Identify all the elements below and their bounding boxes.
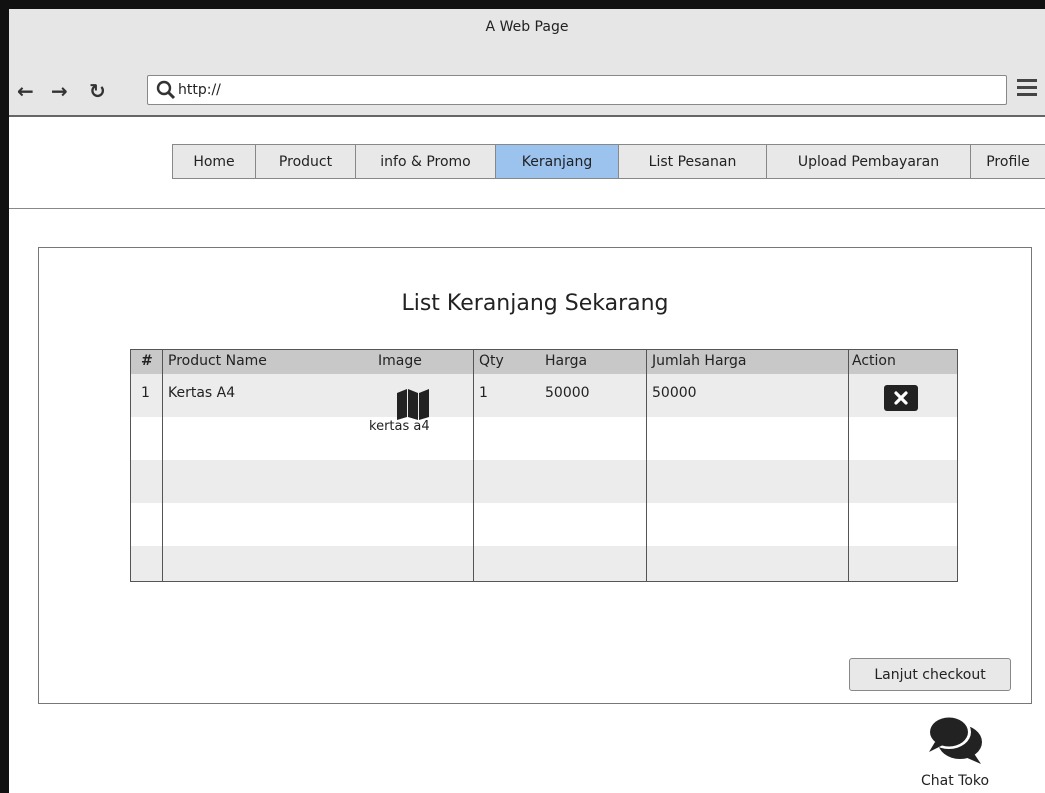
table-row-empty: [131, 546, 957, 581]
header-divider: [9, 208, 1045, 209]
reload-icon[interactable]: ↻: [89, 81, 106, 101]
close-icon: [894, 391, 908, 405]
table-row-empty: [131, 503, 957, 546]
tab-info-promo[interactable]: info & Promo: [356, 144, 496, 179]
table-row-empty: [131, 460, 957, 503]
cell-jumlah-harga: 50000: [652, 385, 697, 401]
col-image: Image: [378, 353, 422, 369]
product-image-caption: kertas a4: [369, 419, 430, 434]
cell-product-name: Kertas A4: [168, 385, 236, 401]
cart-table: # Product Name Image Qty Harga Jumlah Ha…: [130, 349, 958, 582]
table-row-empty: [131, 417, 957, 460]
column-divider: [473, 350, 474, 581]
tab-list-pesanan[interactable]: List Pesanan: [619, 144, 767, 179]
chat-label[interactable]: Chat Toko: [921, 773, 989, 789]
url-text[interactable]: http://: [178, 82, 221, 98]
cell-number: 1: [141, 385, 150, 401]
window-title: A Web Page: [485, 19, 569, 35]
col-qty: Qty: [479, 353, 504, 369]
cart-panel: List Keranjang Sekarang # Product Name I…: [38, 247, 1032, 704]
column-divider: [646, 350, 647, 581]
column-divider: [848, 350, 849, 581]
column-divider: [162, 350, 163, 581]
nav-tabs: Home Product info & Promo Keranjang List…: [172, 144, 1045, 179]
page-title: List Keranjang Sekarang: [401, 291, 669, 316]
col-harga: Harga: [545, 353, 588, 369]
tab-profile[interactable]: Profile: [971, 144, 1045, 179]
col-action: Action: [852, 353, 896, 369]
hamburger-menu-icon[interactable]: [1017, 79, 1037, 99]
chat-bubbles-icon[interactable]: [925, 712, 985, 766]
url-bar[interactable]: http://: [147, 75, 1007, 105]
browser-toolbar: ← → ↻ http://: [9, 67, 1045, 117]
cell-harga: 50000: [545, 385, 590, 401]
cell-qty: 1: [479, 385, 488, 401]
delete-item-button[interactable]: [884, 385, 918, 411]
table-row: 1 Kertas A4 1 50000 50000: [131, 374, 957, 417]
arrow-left-icon[interactable]: ←: [17, 81, 34, 101]
table-header: # Product Name Image Qty Harga Jumlah Ha…: [131, 350, 957, 374]
checkout-button[interactable]: Lanjut checkout: [849, 658, 1011, 691]
col-jumlah-harga: Jumlah Harga: [652, 353, 747, 369]
search-icon: [156, 80, 176, 100]
window-titlebar: A Web Page: [9, 9, 1045, 67]
col-product-name: Product Name: [168, 353, 267, 369]
tab-keranjang[interactable]: Keranjang: [496, 144, 619, 179]
tab-product[interactable]: Product: [256, 144, 356, 179]
browser-window: A Web Page ← → ↻ http:// Home Product in…: [0, 0, 1045, 793]
map-icon: [397, 389, 429, 420]
arrow-right-icon[interactable]: →: [51, 81, 68, 101]
tab-home[interactable]: Home: [172, 144, 256, 179]
col-number: #: [141, 353, 153, 369]
tab-upload-pembayaran[interactable]: Upload Pembayaran: [767, 144, 971, 179]
